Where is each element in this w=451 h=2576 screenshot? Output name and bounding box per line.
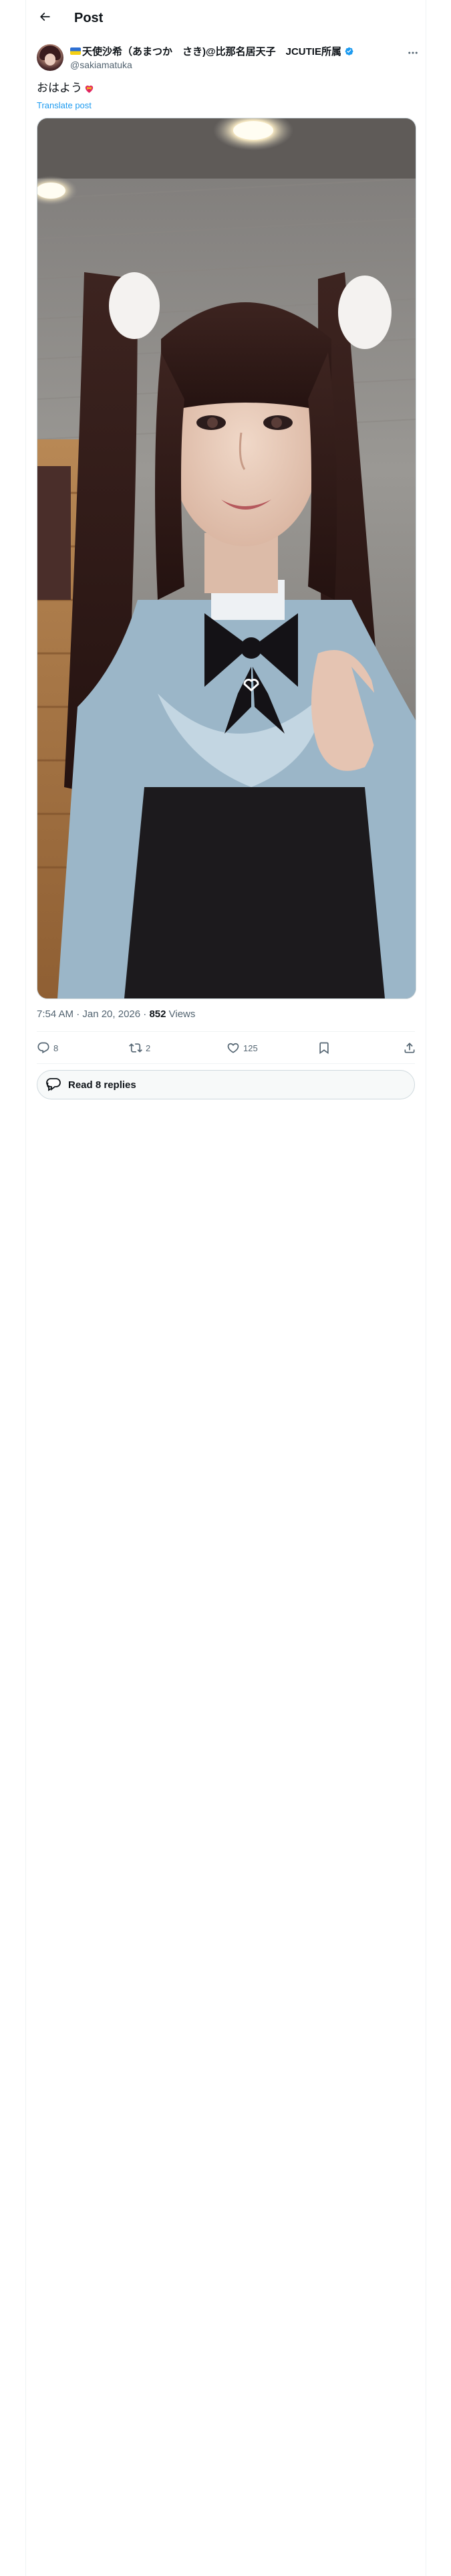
read-replies-button[interactable]: Read 8 replies [37,1070,415,1099]
repost-button[interactable]: 2 [129,1038,150,1058]
post-text-content: おはよう [37,82,82,94]
translate-post-link[interactable]: Translate post [37,100,92,110]
reply-icon [37,1041,50,1055]
read-replies-label: Read 8 replies [68,1079,136,1091]
heart-with-ribbon-icon [84,83,95,94]
share-icon [403,1041,416,1055]
divider [37,1031,415,1032]
repost-icon [129,1041,142,1055]
page-title: Post [74,11,104,25]
author-handle[interactable]: @sakiamatuka [70,58,391,72]
author-display-name[interactable]: 天使沙希（あまつか さき)@比那名居天子 JCUTIE所属 [82,44,341,58]
author-info: 天使沙希（あまつか さき)@比那名居天子 JCUTIE所属 @sakiamatu… [70,44,391,72]
views-label: Views [166,1008,196,1020]
reply-count: 8 [53,1043,59,1053]
flag-icon [70,47,81,55]
post-photo[interactable] [37,118,416,999]
back-arrow-icon [38,10,51,27]
post-column: Post 天使沙希（あまつか さき)@比那名居天子 JCUTIE所属 @saki… [25,0,426,2576]
action-bar: 8 2 125 [37,1038,416,1058]
like-button[interactable]: 125 [227,1038,258,1058]
bookmark-button[interactable] [317,1038,331,1058]
divider [37,1063,415,1064]
heart-icon [227,1041,240,1055]
replies-bubbles-icon [45,1077,63,1093]
photo-image [37,118,416,998]
avatar[interactable] [37,44,63,71]
like-count: 125 [243,1043,258,1053]
display-name-row: 天使沙希（あまつか さき)@比那名居天子 JCUTIE所属 [70,44,391,58]
share-button[interactable] [403,1038,416,1058]
bookmark-icon [317,1041,331,1055]
verified-badge-icon[interactable] [343,45,355,57]
post-text: おはよう [37,80,95,96]
more-dots-icon [407,47,419,62]
repost-count: 2 [146,1043,151,1053]
back-button[interactable] [35,9,54,27]
views-count: 852 [149,1008,166,1020]
more-options-button[interactable] [406,47,420,62]
reply-button[interactable]: 8 [37,1038,58,1058]
post-timestamp: 7:54 AM · Jan 20, 2026 · 852 Views [37,1008,195,1021]
timestamp-text[interactable]: 7:54 AM · Jan 20, 2026 · [37,1008,149,1020]
top-bar: Post [26,0,426,36]
